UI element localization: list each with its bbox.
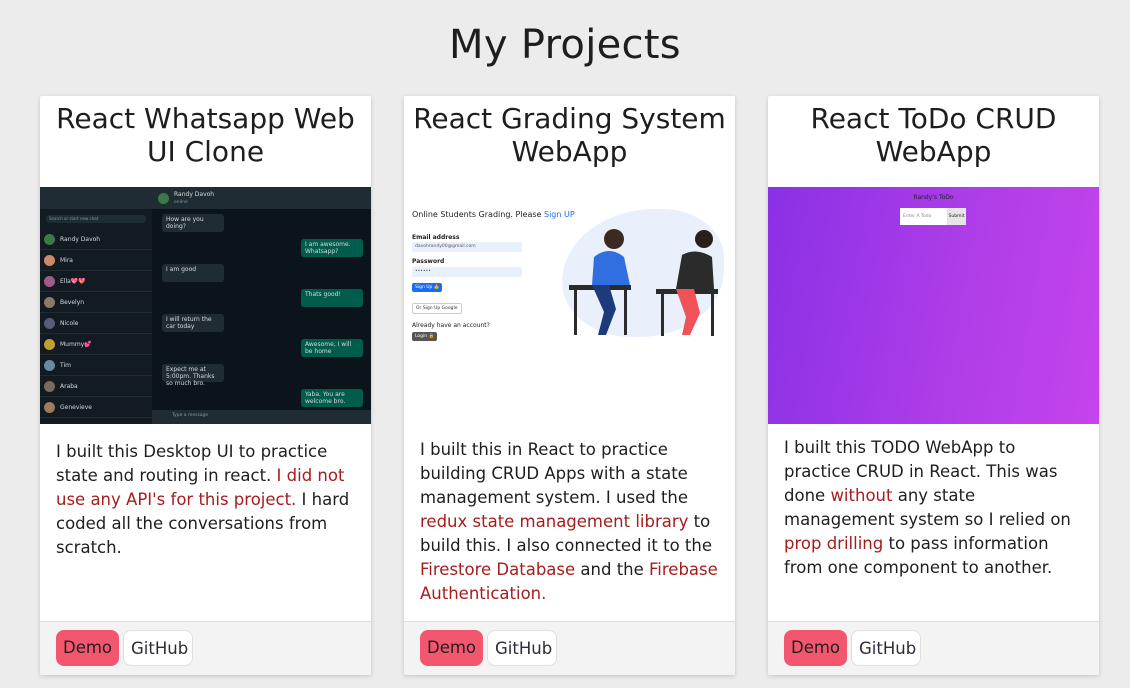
github-button[interactable]: GitHub — [851, 630, 921, 666]
avatar — [44, 317, 55, 329]
wa-contact-name: Nicole — [60, 319, 79, 327]
highlight-text: Firestore Database — [420, 560, 576, 579]
highlight-text: without — [830, 486, 893, 505]
password-label: Password — [412, 258, 445, 265]
wa-message-bubble: I will return the car today — [162, 314, 224, 332]
description-text: I built this in React to practice buildi… — [420, 440, 689, 507]
avatar — [44, 296, 55, 308]
wa-sidebar: Search or start new chat Randy Davoh Mira… — [40, 187, 153, 424]
card-description: I built this in React to practice buildi… — [420, 438, 721, 606]
wa-contact-name: Araba — [60, 382, 78, 390]
demo-button[interactable]: Demo — [420, 630, 483, 666]
wa-message-bubble: I am awesome. Whatsapp? — [301, 239, 363, 257]
email-label: Email address — [412, 234, 460, 241]
avatar — [44, 254, 55, 266]
project-screenshot: Online Students Grading. Please Sign UP … — [404, 187, 735, 424]
card-description: I built this TODO WebApp to practice CRU… — [784, 436, 1085, 580]
wa-search: Search or start new chat — [46, 215, 146, 223]
description-text: and the — [575, 560, 650, 579]
wa-contact-item: Ella💖💖 — [40, 271, 152, 292]
avatar — [44, 233, 55, 245]
card-footer: Demo GitHub — [40, 621, 371, 675]
wa-message-bar: Type a message — [152, 410, 371, 424]
card-footer: Demo GitHub — [768, 621, 1099, 675]
wa-message-input: Type a message — [172, 413, 209, 418]
email-field: davohrandy00@gmail.com — [412, 242, 522, 252]
wa-contact-name: Bevelyn — [60, 298, 85, 306]
signup-link: Sign UP — [543, 210, 575, 219]
wa-chat-pane: Randy Davoh online How are you doing? I am… — [152, 187, 371, 424]
wa-message-bubble: Yaba. You are welcome bro. — [301, 389, 363, 407]
wa-contact-name: Mummy💕 — [60, 340, 92, 348]
wa-chat-header: Randy Davoh online — [152, 187, 371, 209]
highlight-text: prop drilling — [784, 534, 884, 553]
demo-button[interactable]: Demo — [56, 630, 119, 666]
card-footer: Demo GitHub — [404, 621, 735, 675]
wa-contact-name: Randy Davoh — [174, 190, 215, 198]
avatar — [44, 275, 55, 287]
wa-contact-name: Genevieve — [60, 403, 92, 411]
todo-submit-button: Submit — [947, 208, 966, 225]
wa-contact-item: Mira — [40, 250, 152, 271]
project-card-grading: React Grading System WebApp Online Stude… — [404, 96, 735, 675]
highlight-text: redux state management library — [420, 512, 689, 531]
wa-contact-item: Araba — [40, 376, 152, 397]
wa-message-bubble: Awesome, I will be home — [301, 339, 363, 357]
avatar — [44, 338, 55, 350]
wa-contact-name: Mira — [60, 256, 73, 264]
card-title: React ToDo CRUD WebApp — [810, 102, 1057, 168]
grading-heading-text: Online Students Grading. Please — [412, 210, 544, 219]
wa-contact-item: Mummy💕 — [40, 334, 152, 355]
wa-message-bubble: I am good — [162, 264, 224, 282]
demo-button[interactable]: Demo — [784, 630, 847, 666]
wa-contact-name: Ella💖💖 — [60, 277, 86, 285]
wa-contact-status: online — [174, 199, 188, 205]
todo-input: Enter A Todo — [900, 208, 947, 225]
card-description: I built this Desktop UI to practice stat… — [56, 440, 357, 560]
wa-message-bubble: Thats good! — [301, 289, 363, 307]
wa-sidebar-header — [40, 187, 152, 209]
wa-contact-name: Tim — [60, 361, 71, 369]
avatar — [44, 359, 55, 371]
project-card-todo: React ToDo CRUD WebApp Randy's ToDo Ente… — [768, 96, 1099, 675]
wa-message-bubble: How are you doing? — [162, 214, 224, 232]
account-text: Already have an account? — [412, 322, 490, 329]
project-screenshot: Search or start new chat Randy Davoh Mira… — [40, 187, 371, 424]
page-title: My Projects — [449, 22, 681, 68]
password-field: •••••• — [412, 267, 522, 277]
wa-contact-item: Nicole — [40, 313, 152, 334]
project-screenshot: Randy's ToDo Enter A Todo Submit — [768, 187, 1099, 424]
wa-contact-item: Bevelyn — [40, 292, 152, 313]
avatar — [44, 401, 55, 413]
google-signup-button: Or Sign Up Google — [412, 303, 462, 314]
wa-contact-item: Randy Davoh — [40, 229, 152, 250]
avatar — [44, 380, 55, 392]
login-button: Login 🔒 — [412, 332, 438, 341]
wa-message-bubble: Expect me at 5:00pm. Thanks so much bro. — [162, 364, 224, 387]
students-illustration — [569, 229, 718, 336]
wa-contact-item: Tim — [40, 355, 152, 376]
github-button[interactable]: GitHub — [123, 630, 193, 666]
project-card-whatsapp: React Whatsapp Web UI Clone Search or st… — [40, 96, 371, 675]
wa-contact-name: Randy Davoh — [60, 235, 101, 243]
card-title: React Grading System WebApp — [413, 102, 726, 168]
signup-button: Sign Up 👍 — [412, 283, 443, 292]
todo-title: Randy's ToDo — [913, 194, 954, 201]
card-title: React Whatsapp Web UI Clone — [56, 102, 355, 168]
github-button[interactable]: GitHub — [487, 630, 557, 666]
grading-heading: Online Students Grading. Please Sign UP — [412, 210, 575, 219]
avatar — [158, 192, 169, 204]
wa-contact-item: Genevieve — [40, 397, 152, 418]
